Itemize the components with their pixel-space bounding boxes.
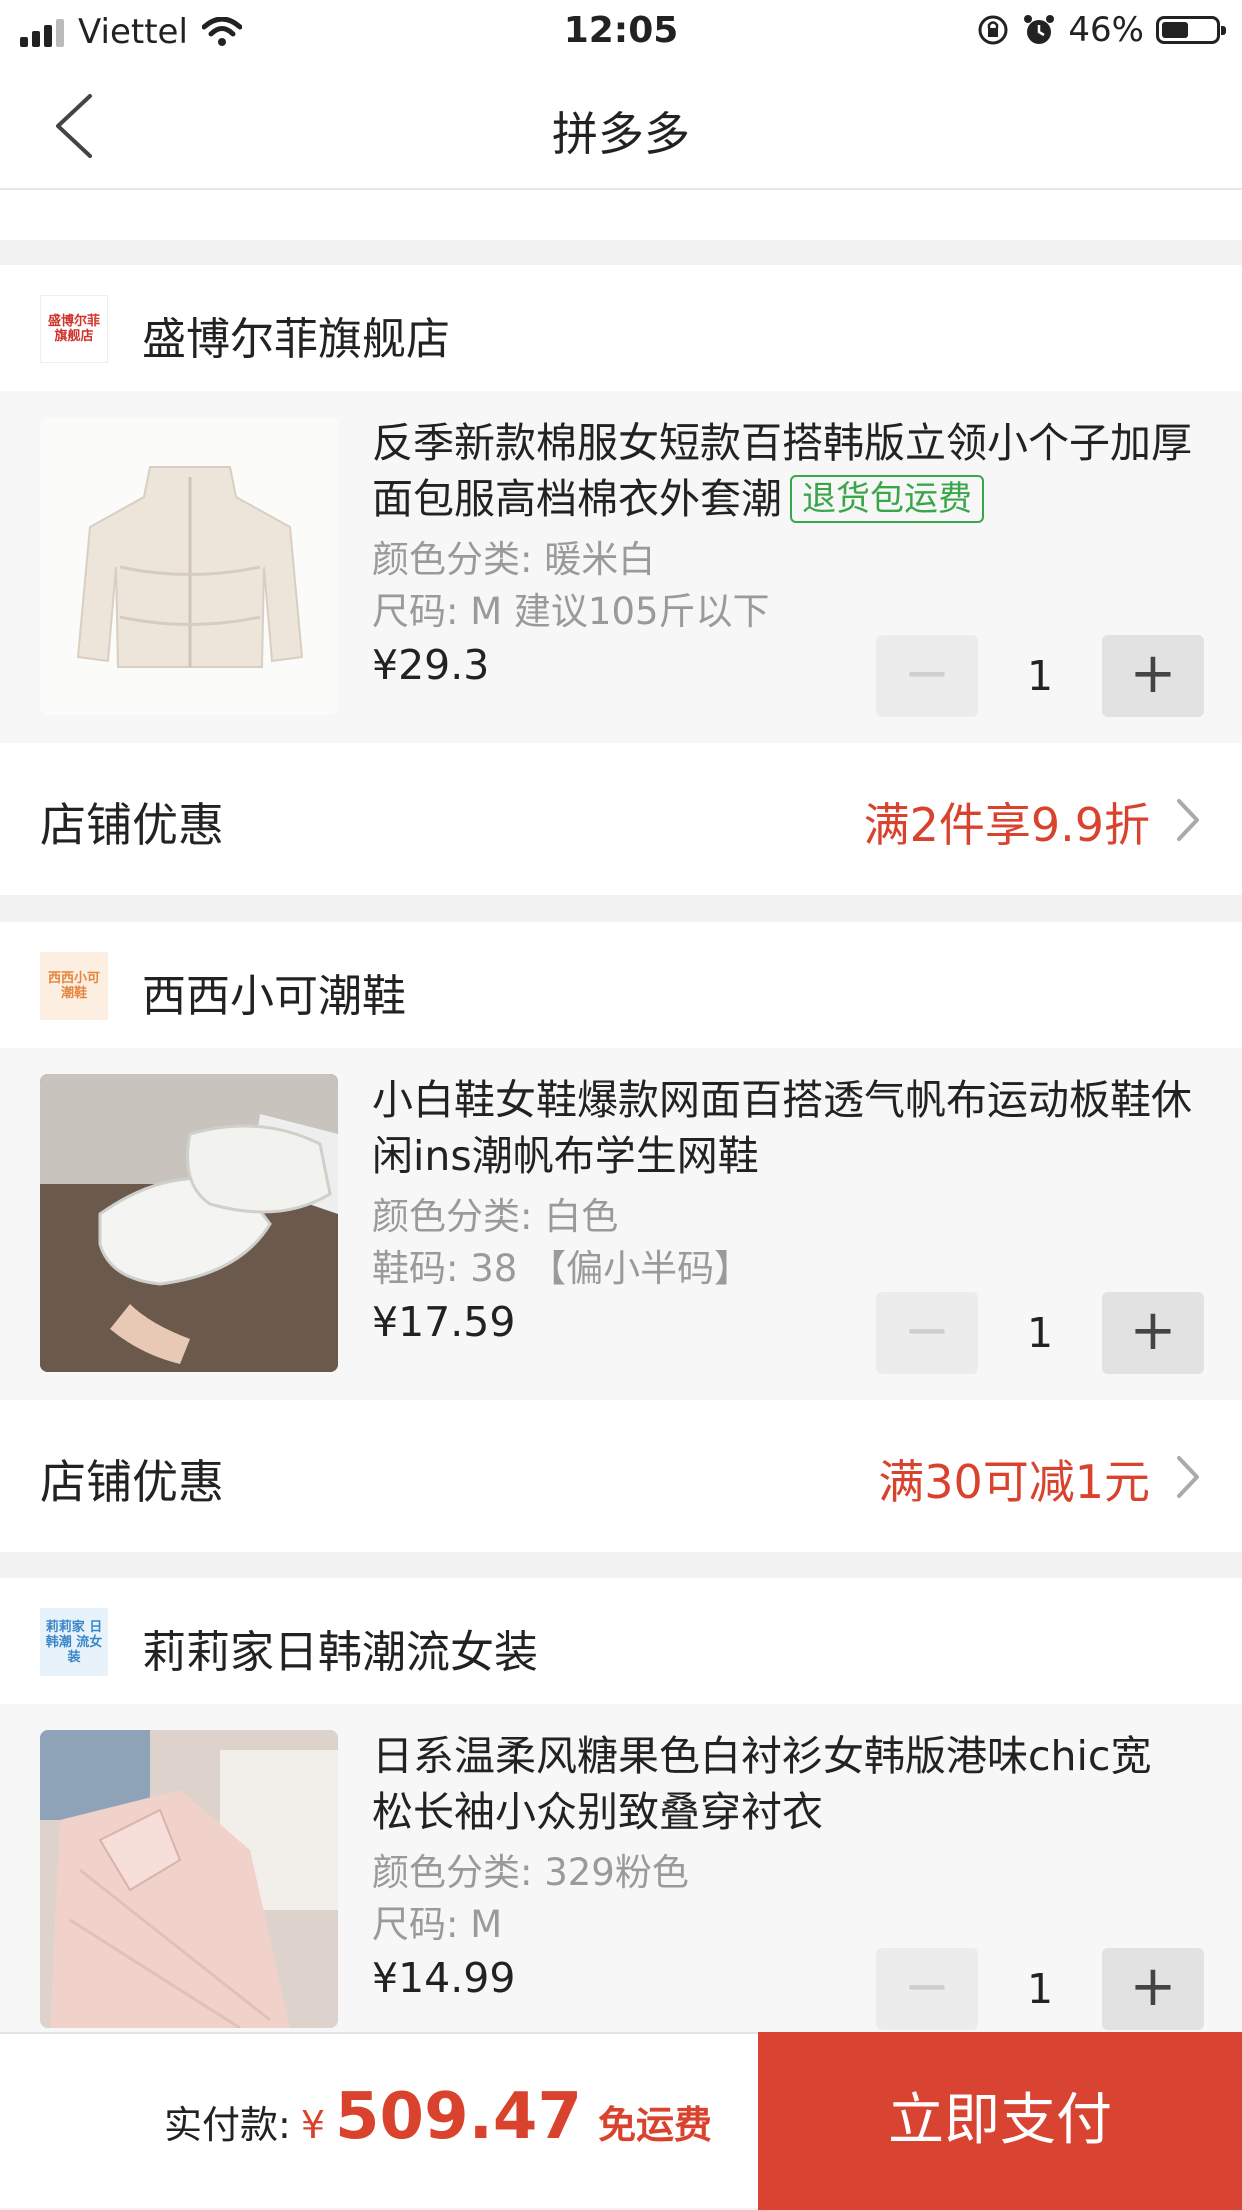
store-logo: 盛博尔菲 旗舰店	[40, 295, 108, 363]
product-spec-size: 尺码: M 建议105斤以下	[372, 590, 770, 633]
currency-symbol: ¥	[300, 2103, 325, 2147]
alarm-icon	[1024, 15, 1055, 44]
total-label: 实付款:	[164, 2103, 291, 2147]
product-spec-size: 尺码: M	[372, 1903, 503, 1946]
rotation-lock-icon	[978, 15, 1008, 45]
product-title[interactable]: 小白鞋女鞋爆款网面百搭透气帆布运动板鞋休闲ins潮帆布学生网鞋	[372, 1072, 1192, 1184]
quantity-stepper: − 1 +	[876, 1292, 1204, 1374]
increase-button[interactable]: +	[1102, 635, 1204, 717]
quantity-value: 1	[1026, 652, 1054, 700]
store-header[interactable]: 莉莉家 日韩潮 流女装 莉莉家日韩潮流女装	[0, 1578, 1242, 1704]
free-shipping-label: 免运费	[597, 2103, 712, 2147]
battery-percent: 46%	[1068, 10, 1144, 50]
decrease-button[interactable]: −	[876, 1948, 978, 2030]
store-discount-value: 满2件享9.9折	[863, 798, 1150, 852]
store-discount-value: 满30可减1元	[878, 1455, 1150, 1509]
pay-now-button[interactable]: 立即支付	[758, 2032, 1242, 2210]
product-price: ¥17.59	[372, 1298, 516, 1346]
store-card: 莉莉家 日韩潮 流女装 莉莉家日韩潮流女装 日系温柔风糖果色白衬衫女韩版港味ch…	[0, 1578, 1242, 2056]
quantity-value: 1	[1026, 1965, 1054, 2013]
page-title: 拼多多	[552, 107, 690, 161]
store-discount-label: 店铺优惠	[40, 798, 224, 852]
cart-item[interactable]: 日系温柔风糖果色白衬衫女韩版港味chic宽松长袖小众别致叠穿衬衣 颜色分类: 3…	[0, 1704, 1242, 2056]
scroll-remainder	[0, 190, 1242, 240]
quantity-stepper: − 1 +	[876, 1948, 1204, 2030]
store-logo: 西西小可 潮鞋	[40, 952, 108, 1020]
store-discount-row[interactable]: 店铺优惠 满2件享9.9折	[0, 743, 1242, 895]
store-discount-row[interactable]: 店铺优惠 满30可减1元	[0, 1400, 1242, 1552]
product-spec-color: 颜色分类: 暖米白	[372, 538, 656, 581]
increase-button[interactable]: +	[1102, 1948, 1204, 2030]
increase-button[interactable]: +	[1102, 1292, 1204, 1374]
store-name: 西西小可潮鞋	[142, 971, 406, 1022]
cart-item[interactable]: 小白鞋女鞋爆款网面百搭透气帆布运动板鞋休闲ins潮帆布学生网鞋 颜色分类: 白色…	[0, 1048, 1242, 1400]
status-bar: Viettel 12:05 46%	[0, 0, 1242, 62]
chevron-right-icon	[1177, 1456, 1199, 1498]
store-card: 盛博尔菲 旗舰店 盛博尔菲旗舰店 反季新款棉服女短款百搭韩版立领小个子加厚面包服…	[0, 265, 1242, 895]
cart-item[interactable]: 反季新款棉服女短款百搭韩版立领小个子加厚面包服高档棉衣外套潮 退货包运费 颜色分类…	[0, 391, 1242, 743]
checkout-bar: 实付款: ¥ 509.47 免运费 立即支付	[0, 2032, 1242, 2210]
product-spec-size: 鞋码: 38 【偏小半码】	[372, 1247, 752, 1290]
decrease-button[interactable]: −	[876, 635, 978, 717]
store-discount-label: 店铺优惠	[40, 1455, 224, 1509]
product-image[interactable]	[40, 417, 338, 715]
return-shipping-tag: 退货包运费	[790, 475, 984, 523]
product-price: ¥29.3	[372, 641, 490, 689]
product-spec-color: 颜色分类: 329粉色	[372, 1851, 689, 1894]
product-image[interactable]	[40, 1730, 338, 2028]
total-amount: 509.47	[335, 2080, 582, 2154]
store-name: 莉莉家日韩潮流女装	[142, 1627, 538, 1678]
product-price: ¥14.99	[372, 1954, 516, 2002]
nav-bar: 拼多多	[0, 62, 1242, 190]
store-card: 西西小可 潮鞋 西西小可潮鞋 小白鞋女鞋爆款网面百搭透气帆布运动板鞋休闲ins潮…	[0, 922, 1242, 1552]
store-header[interactable]: 盛博尔菲 旗舰店 盛博尔菲旗舰店	[0, 265, 1242, 391]
chevron-right-icon	[1177, 799, 1199, 841]
quantity-value: 1	[1026, 1309, 1054, 1357]
product-image[interactable]	[40, 1074, 338, 1372]
product-title[interactable]: 日系温柔风糖果色白衬衫女韩版港味chic宽松长袖小众别致叠穿衬衣	[372, 1728, 1192, 1840]
total-summary: 实付款: ¥ 509.47 免运费	[164, 2080, 712, 2154]
quantity-stepper: − 1 +	[876, 635, 1204, 717]
store-header[interactable]: 西西小可 潮鞋 西西小可潮鞋	[0, 922, 1242, 1048]
battery-icon	[1156, 16, 1226, 44]
product-spec-color: 颜色分类: 白色	[372, 1195, 619, 1238]
store-logo: 莉莉家 日韩潮 流女装	[40, 1608, 108, 1676]
store-name: 盛博尔菲旗舰店	[142, 314, 450, 365]
product-title[interactable]: 反季新款棉服女短款百搭韩版立领小个子加厚面包服高档棉衣外套潮 退货包运费	[372, 415, 1192, 527]
decrease-button[interactable]: −	[876, 1292, 978, 1374]
